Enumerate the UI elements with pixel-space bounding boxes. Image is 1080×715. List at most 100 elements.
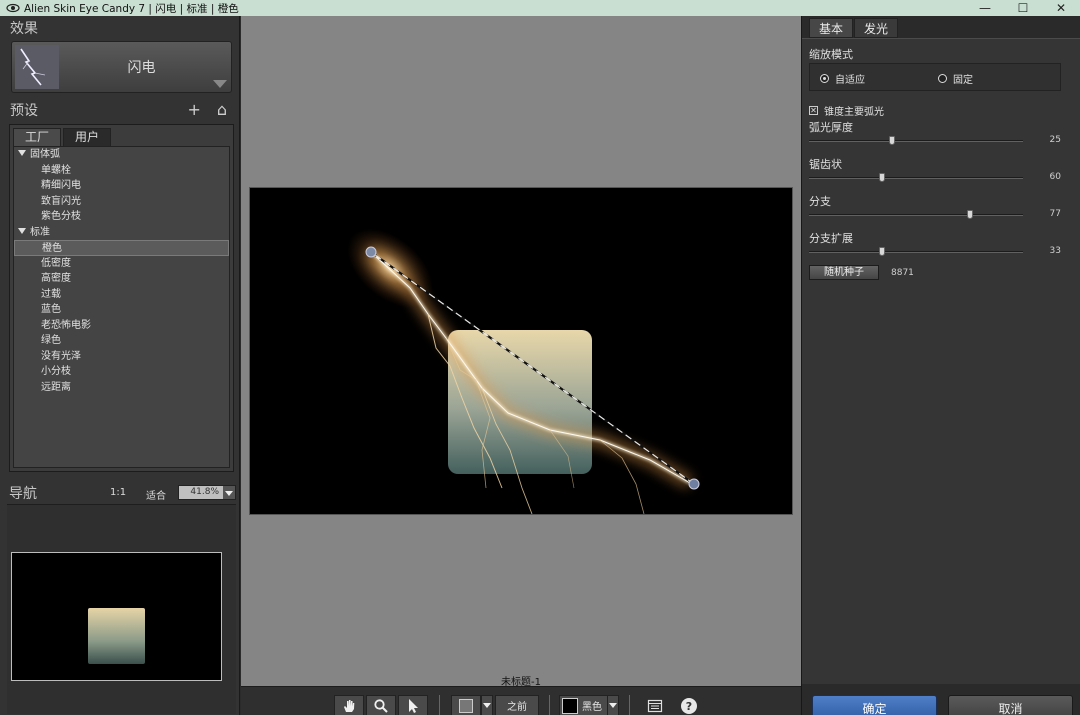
expand-triangle-icon[interactable] xyxy=(18,150,26,156)
tree-item[interactable]: 低密度 xyxy=(14,256,229,272)
tree-item[interactable]: 高密度 xyxy=(14,271,229,287)
tab-user[interactable]: 用户 xyxy=(63,128,111,146)
tree-item[interactable]: 远距离 xyxy=(14,380,229,396)
tree-group[interactable]: 标准 xyxy=(14,225,229,241)
hand-tool-icon[interactable] xyxy=(334,695,364,715)
effect-name: 闪电 xyxy=(127,60,156,76)
slider-track[interactable] xyxy=(809,173,1023,182)
expand-triangle-icon[interactable] xyxy=(18,227,26,234)
taper-checkbox-row[interactable]: ✕ 锥度主要弧光 xyxy=(809,103,884,118)
slider-value: 60 xyxy=(1049,172,1061,182)
help-icon[interactable]: ? xyxy=(677,695,701,715)
tree-item[interactable]: 紫色分枝 xyxy=(14,209,229,225)
zoom-value[interactable]: 41.8% xyxy=(179,486,223,499)
eye-app-icon xyxy=(6,3,20,13)
svg-text:?: ? xyxy=(686,700,692,713)
tree-item[interactable]: 过载 xyxy=(14,287,229,303)
preview-image[interactable] xyxy=(249,187,793,515)
tree-item[interactable]: 没有光泽 xyxy=(14,349,229,365)
minimize-button[interactable]: — xyxy=(966,0,1004,16)
slider-track[interactable] xyxy=(809,136,1023,145)
cancel-button[interactable]: 取消 xyxy=(948,695,1073,715)
navigator xyxy=(7,504,236,714)
slider-label: 分支扩展 xyxy=(809,232,853,245)
preset-tree: 固体弧 单螺栓 精细闪电致盲闪光紫色分枝 标准橙色低密度 高密度过载蓝色老恐怖电影绿色没… xyxy=(13,146,230,468)
navigator-thumbnail[interactable] xyxy=(11,552,222,681)
seed-value: 8871 xyxy=(891,268,914,278)
random-seed-button[interactable]: 随机种子 xyxy=(809,265,879,280)
preview-canvas-area: 未标题-1 xyxy=(241,16,801,688)
tree-label: 蓝色 xyxy=(41,304,61,315)
home-icon[interactable]: ⌂ xyxy=(217,100,227,119)
zoom-dropdown-icon[interactable] xyxy=(223,486,235,499)
lightning-thumbnail xyxy=(15,45,59,89)
taper-label: 锥度主要弧光 xyxy=(824,107,884,118)
left-panel: 效果 闪电 预设 + ⌂ 工厂 用户 固体弧 单螺栓 精细闪电 致盲闪光 紫色分枝 标准橙… xyxy=(0,16,240,715)
zoom-fit-button[interactable]: 适合 xyxy=(146,487,166,502)
tree-item[interactable]: 蓝色 xyxy=(14,302,229,318)
scale-mode-label: 缩放模式 xyxy=(809,48,853,61)
close-button[interactable]: ✕ xyxy=(1042,0,1080,16)
radio-adaptive[interactable]: 自适应 xyxy=(820,71,865,86)
add-preset-icon[interactable]: + xyxy=(187,100,200,119)
tree-item[interactable]: 绿色 xyxy=(14,333,229,349)
scale-mode-group: 自适应 固定 xyxy=(809,63,1061,91)
slider-value: 33 xyxy=(1049,246,1061,256)
tree-item[interactable]: 单螺栓 xyxy=(14,163,229,179)
dropdown-arrow-icon xyxy=(213,80,227,88)
bg-dropdown-icon[interactable] xyxy=(607,695,619,715)
effect-selector[interactable]: 闪电 xyxy=(11,41,232,93)
slider-track[interactable] xyxy=(809,210,1023,219)
slider-thumb[interactable] xyxy=(878,247,885,256)
before-view-icon[interactable] xyxy=(451,695,481,715)
tree-item[interactable]: 精细闪电 xyxy=(14,178,229,194)
view-dropdown-icon[interactable] xyxy=(481,695,493,715)
checkbox-checked-icon[interactable]: ✕ xyxy=(809,106,818,115)
tree-item[interactable]: 老恐怖电影 xyxy=(14,318,229,334)
tree-label: 致盲闪光 xyxy=(41,195,81,207)
radio-fixed[interactable]: 固定 xyxy=(938,71,973,86)
tab-glow[interactable]: 发光 xyxy=(854,18,898,38)
before-button[interactable]: 之前 xyxy=(495,695,539,715)
slider-thumb[interactable] xyxy=(966,210,973,219)
tree-label: 橙色 xyxy=(42,243,62,254)
tree-label: 精细闪电 xyxy=(41,180,81,191)
slider-label: 弧光厚度 xyxy=(809,121,853,134)
radio-adaptive-label: 自适应 xyxy=(835,75,865,86)
slider-thumb[interactable] xyxy=(878,173,885,182)
tree-item[interactable]: 致盲闪光 xyxy=(14,194,229,210)
presets-heading: 预设 xyxy=(10,103,38,119)
radio-unchecked-icon xyxy=(938,74,947,83)
settings-panel-icon[interactable] xyxy=(643,695,667,715)
slider-thumb[interactable] xyxy=(889,136,896,145)
start-handle xyxy=(365,246,377,258)
pointer-tool-icon[interactable] xyxy=(398,695,428,715)
tab-factory[interactable]: 工厂 xyxy=(13,128,61,146)
background-color-label: 黑色 xyxy=(582,702,602,713)
tree-label: 绿色 xyxy=(41,335,61,346)
right-panel: 基本 发光 缩放模式 自适应 固定 ✕ 锥度主要弧光 弧光厚度 25 锯齿状 60 分支… xyxy=(801,16,1080,715)
preset-browser: 工厂 用户 固体弧 单螺栓 精细闪电致盲闪光紫色分枝 标准橙色低密度 高密度过载蓝色老恐… xyxy=(9,124,234,472)
tree-item[interactable]: 橙色 xyxy=(14,240,229,256)
square-shape xyxy=(448,330,592,474)
zoom-1to1-button[interactable]: 1:1 xyxy=(110,487,126,498)
maximize-button[interactable]: ☐ xyxy=(1004,0,1042,16)
tree-label: 过载 xyxy=(41,288,61,300)
tree-item[interactable]: 小分枝 xyxy=(14,364,229,380)
navigation-heading: 导航 xyxy=(9,486,37,502)
background-color-button[interactable]: 黑色 xyxy=(559,695,609,715)
zoom-combo[interactable]: 41.8% xyxy=(178,485,236,500)
navigator-shape xyxy=(88,608,145,664)
title-bar: Alien Skin Eye Candy 7 | 闪电 | 标准 | 橙色 — … xyxy=(0,0,1080,16)
slider-track[interactable] xyxy=(809,247,1023,256)
tab-basic[interactable]: 基本 xyxy=(809,18,853,38)
tree-label: 老恐怖电影 xyxy=(41,319,91,331)
slider-value: 25 xyxy=(1049,135,1061,145)
tree-group[interactable]: 固体弧 xyxy=(14,147,229,163)
tree-label: 高密度 xyxy=(41,273,71,284)
window-title: Alien Skin Eye Candy 7 | 闪电 | 标准 | 橙色 xyxy=(24,2,239,15)
ok-button[interactable]: 确定 xyxy=(812,695,937,715)
zoom-tool-icon[interactable] xyxy=(366,695,396,715)
bottom-toolbar: 之前 黑色 ? xyxy=(241,686,801,715)
slider-label: 锯齿状 xyxy=(809,158,842,171)
